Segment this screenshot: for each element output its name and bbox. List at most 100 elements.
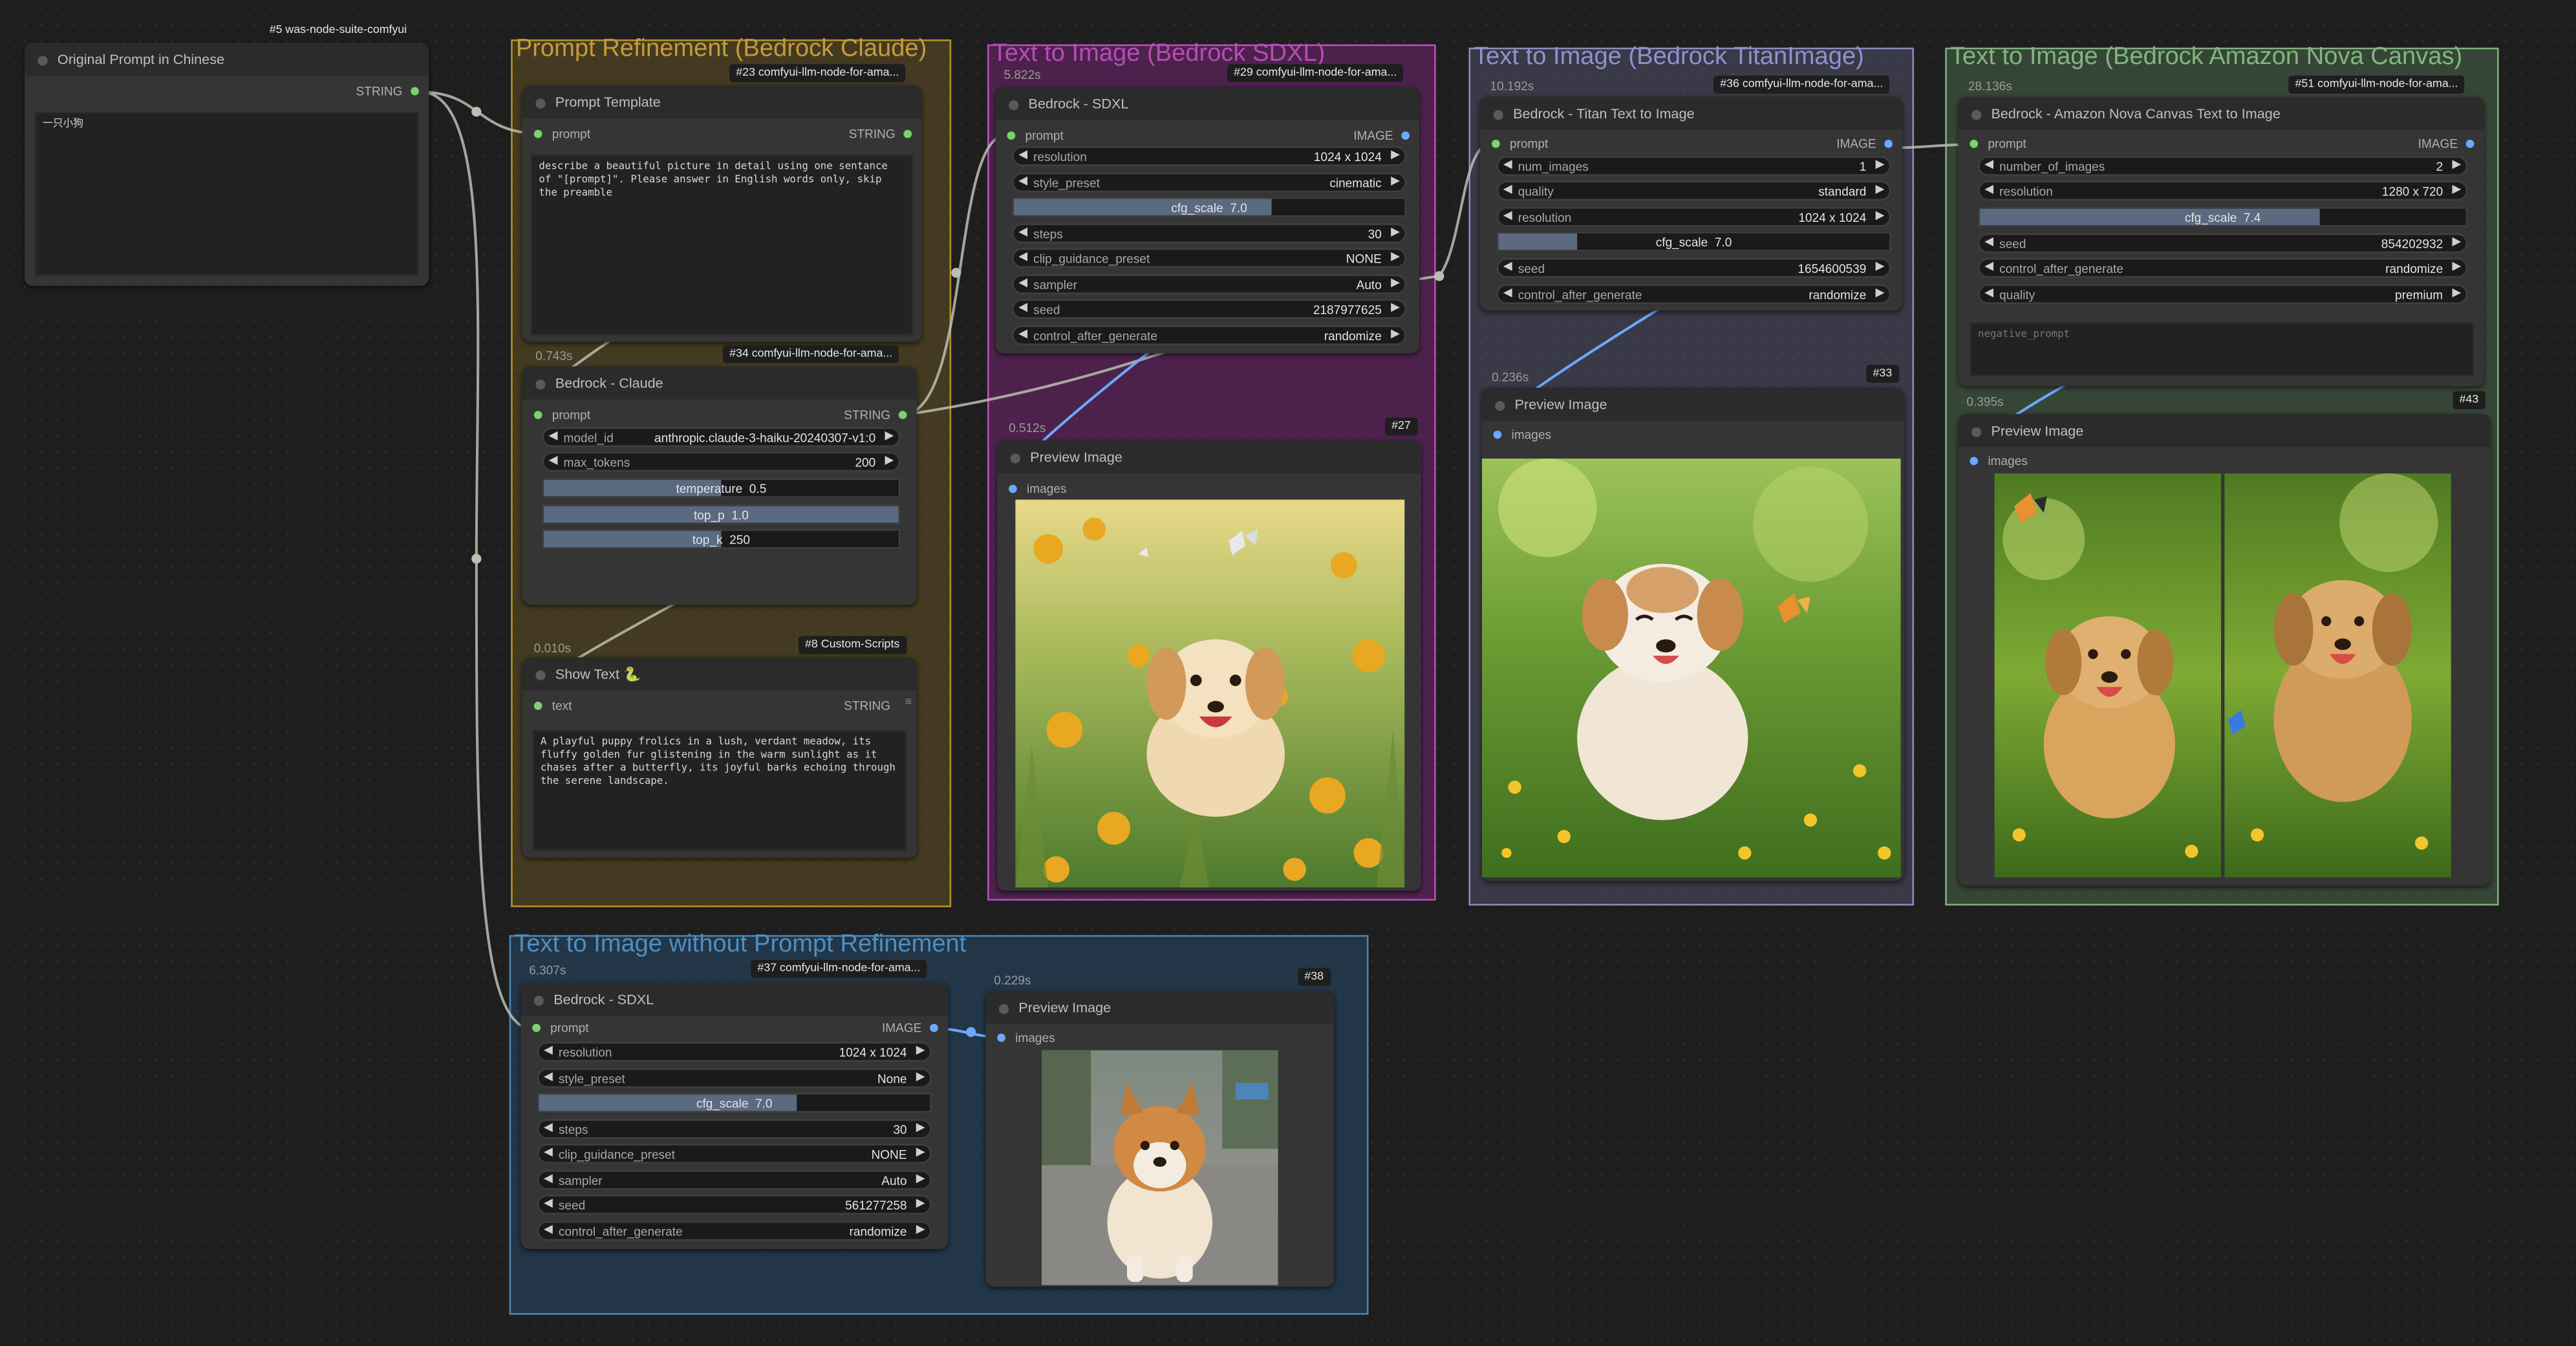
template-textarea[interactable]: describe a beautiful picture in detail u… — [530, 154, 914, 336]
number-of-images-widget[interactable]: ◀ number_of_images 2 ▶ — [1978, 156, 2468, 176]
node-bedrock-nova[interactable]: Bedrock - Amazon Nova Canvas Text to Ima… — [1958, 96, 2484, 387]
prompt-textarea[interactable]: 一只小狗 — [34, 111, 419, 276]
decrement-arrow-icon[interactable]: ◀ — [1503, 182, 1512, 196]
sampler-widget[interactable]: ◀ sampler Auto ▶ — [537, 1170, 932, 1190]
increment-arrow-icon[interactable]: ▶ — [1876, 158, 1885, 171]
control-after-generate-widget[interactable]: ◀ control_after_generate randomize ▶ — [1012, 325, 1406, 345]
list-output-icon[interactable]: ≡ — [905, 697, 912, 708]
increment-arrow-icon[interactable]: ▶ — [1391, 276, 1400, 289]
decrement-arrow-icon[interactable]: ◀ — [549, 429, 558, 442]
steps-widget[interactable]: ◀ steps 30 ▶ — [1012, 223, 1406, 244]
increment-arrow-icon[interactable]: ▶ — [916, 1070, 925, 1083]
cfg-scale-slider[interactable]: cfg_scale 7.0 — [537, 1092, 932, 1113]
decrement-arrow-icon[interactable]: ◀ — [1018, 225, 1027, 239]
decrement-arrow-icon[interactable]: ◀ — [544, 1145, 553, 1158]
quality-widget[interactable]: ◀ quality premium ▶ — [1978, 284, 2468, 305]
decrement-arrow-icon[interactable]: ◀ — [544, 1172, 553, 1185]
node-graph-canvas[interactable]: Prompt Refinement (Bedrock Claude) Text … — [0, 0, 2576, 1346]
negative-prompt-textarea[interactable]: negative_prompt — [1970, 322, 2474, 376]
decrement-arrow-icon[interactable]: ◀ — [1503, 158, 1512, 171]
input-slot[interactable] — [1492, 139, 1500, 148]
output-slot[interactable] — [898, 411, 907, 419]
input-slot[interactable] — [1493, 430, 1502, 439]
output-slot[interactable] — [1884, 139, 1893, 148]
increment-arrow-icon[interactable]: ▶ — [1876, 182, 1885, 196]
seed-widget[interactable]: ◀ seed 561277258 ▶ — [537, 1195, 932, 1215]
increment-arrow-icon[interactable]: ▶ — [916, 1172, 925, 1185]
node-original-prompt[interactable]: Original Prompt in Chinese STRING 一只小狗 — [25, 43, 429, 287]
output-slot[interactable] — [903, 129, 912, 138]
node-prompt-template[interactable]: Prompt Template prompt STRING describe a … — [522, 85, 922, 342]
increment-arrow-icon[interactable]: ▶ — [1391, 174, 1400, 188]
decrement-arrow-icon[interactable]: ◀ — [1018, 301, 1027, 314]
decrement-arrow-icon[interactable]: ◀ — [549, 453, 558, 467]
decrement-arrow-icon[interactable]: ◀ — [1984, 259, 1993, 273]
clip-guidance-widget[interactable]: ◀ clip_guidance_preset NONE ▶ — [537, 1144, 932, 1164]
model-id-widget[interactable]: ◀ model_id anthropic.claude-3-haiku-202403… — [542, 427, 901, 448]
increment-arrow-icon[interactable]: ▶ — [1391, 301, 1400, 314]
node-bedrock-sdxl-2[interactable]: Bedrock - SDXL prompt IMAGE ◀ resolution 10… — [521, 982, 949, 1250]
decrement-arrow-icon[interactable]: ◀ — [544, 1043, 553, 1057]
decrement-arrow-icon[interactable]: ◀ — [1503, 259, 1512, 273]
increment-arrow-icon[interactable]: ▶ — [916, 1043, 925, 1057]
control-after-generate-widget[interactable]: ◀ control_after_generate randomize ▶ — [1978, 257, 2468, 278]
resolution-widget[interactable]: ◀ resolution 1280 x 720 ▶ — [1978, 180, 2468, 201]
seed-widget[interactable]: ◀ seed 2187977625 ▶ — [1012, 299, 1406, 319]
num-images-widget[interactable]: ◀ num_images 1 ▶ — [1496, 156, 1891, 176]
seed-widget[interactable]: ◀ seed 1654600539 ▶ — [1496, 257, 1891, 278]
input-slot[interactable] — [533, 411, 542, 419]
increment-arrow-icon[interactable]: ▶ — [2452, 235, 2461, 248]
decrement-arrow-icon[interactable]: ◀ — [1984, 182, 1993, 196]
decrement-arrow-icon[interactable]: ◀ — [1503, 286, 1512, 299]
increment-arrow-icon[interactable]: ▶ — [1876, 209, 1885, 222]
control-after-generate-widget[interactable]: ◀ control_after_generate randomize ▶ — [1496, 284, 1891, 305]
increment-arrow-icon[interactable]: ▶ — [885, 429, 894, 442]
increment-arrow-icon[interactable]: ▶ — [1391, 327, 1400, 340]
node-preview-image-27[interactable]: Preview Image images — [997, 440, 1421, 891]
input-slot[interactable] — [1970, 457, 1979, 466]
increment-arrow-icon[interactable]: ▶ — [1391, 225, 1400, 239]
control-after-generate-widget[interactable]: ◀ control_after_generate randomize ▶ — [537, 1221, 932, 1241]
output-slot[interactable] — [930, 1023, 938, 1032]
node-bedrock-claude[interactable]: Bedrock - Claude prompt STRING ◀ model_id a… — [522, 366, 917, 605]
resolution-widget[interactable]: ◀ resolution 1024 x 1024 ▶ — [537, 1041, 932, 1062]
decrement-arrow-icon[interactable]: ◀ — [1984, 235, 1993, 248]
clip-guidance-widget[interactable]: ◀ clip_guidance_preset NONE ▶ — [1012, 248, 1406, 268]
input-slot[interactable] — [1970, 139, 1979, 148]
decrement-arrow-icon[interactable]: ◀ — [1984, 158, 1993, 171]
style-preset-widget[interactable]: ◀ style_preset cinematic ▶ — [1012, 172, 1406, 193]
input-slot[interactable] — [1007, 131, 1016, 140]
decrement-arrow-icon[interactable]: ◀ — [544, 1070, 553, 1083]
output-slot[interactable] — [1401, 131, 1410, 140]
steps-widget[interactable]: ◀ steps 30 ▶ — [537, 1119, 932, 1139]
increment-arrow-icon[interactable]: ▶ — [2452, 182, 2461, 196]
node-preview-image-33[interactable]: Preview Image images — [1481, 387, 1904, 881]
input-slot[interactable] — [533, 701, 542, 710]
input-slot[interactable] — [533, 129, 542, 138]
increment-arrow-icon[interactable]: ▶ — [916, 1145, 925, 1158]
decrement-arrow-icon[interactable]: ◀ — [544, 1197, 553, 1210]
node-preview-image-38[interactable]: Preview Image images — [985, 991, 1335, 1287]
decrement-arrow-icon[interactable]: ◀ — [1018, 327, 1027, 340]
seed-widget[interactable]: ◀ seed 854202932 ▶ — [1978, 233, 2468, 254]
style-preset-widget[interactable]: ◀ style_preset None ▶ — [537, 1068, 932, 1089]
increment-arrow-icon[interactable]: ▶ — [1876, 259, 1885, 273]
decrement-arrow-icon[interactable]: ◀ — [1018, 250, 1027, 263]
increment-arrow-icon[interactable]: ▶ — [885, 453, 894, 467]
decrement-arrow-icon[interactable]: ◀ — [1018, 174, 1027, 188]
increment-arrow-icon[interactable]: ▶ — [2452, 259, 2461, 273]
cfg-scale-slider[interactable]: cfg_scale 7.0 — [1496, 232, 1891, 252]
increment-arrow-icon[interactable]: ▶ — [1876, 286, 1885, 299]
node-preview-image-43[interactable]: Preview Image images — [1958, 414, 2491, 886]
decrement-arrow-icon[interactable]: ◀ — [1018, 148, 1027, 161]
resolution-widget[interactable]: ◀ resolution 1024 x 1024 ▶ — [1012, 146, 1406, 166]
decrement-arrow-icon[interactable]: ◀ — [1018, 276, 1027, 289]
resolution-widget[interactable]: ◀ resolution 1024 x 1024 ▶ — [1496, 207, 1891, 227]
input-slot[interactable] — [1009, 484, 1017, 494]
node-show-text[interactable]: Show Text 🐍 text STRING ≡ A playful puppy … — [522, 657, 917, 858]
input-slot[interactable] — [532, 1023, 541, 1032]
input-slot[interactable] — [997, 1034, 1005, 1042]
top-p-slider[interactable]: top_p 1.0 — [542, 505, 901, 525]
output-slot[interactable] — [411, 87, 419, 96]
sampler-widget[interactable]: ◀ sampler Auto ▶ — [1012, 274, 1406, 294]
